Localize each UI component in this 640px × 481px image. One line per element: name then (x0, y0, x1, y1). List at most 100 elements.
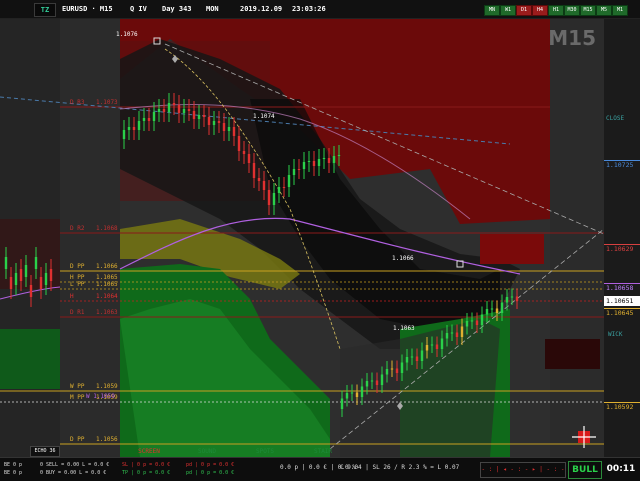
candle-body (212, 121, 216, 125)
candle-body (500, 302, 504, 313)
top-bar: TZ EURUSD · M15 Q IV Day 343 MON 2019.12… (0, 0, 640, 19)
tab-spots[interactable]: SPOTS (240, 447, 290, 456)
chart-canvas (0, 19, 604, 457)
candle-body (395, 368, 399, 373)
timeframe-h1[interactable]: H1 (548, 5, 564, 16)
candle-body (380, 374, 384, 385)
timeframe-h4[interactable]: H4 (532, 5, 548, 16)
close-tag: CLOSE (606, 115, 625, 122)
candle-body (350, 392, 354, 394)
candle-body (157, 109, 161, 112)
candle-body (49, 269, 53, 281)
level-name: H (70, 293, 74, 300)
axis-price-label: 1.10592 (604, 402, 640, 412)
axis-price-label: 1.10725 (604, 160, 640, 170)
candle-body (202, 115, 206, 117)
tab-screen[interactable]: SCREEN (124, 447, 174, 456)
candle-countdown: 00:11 (606, 464, 636, 474)
candle-body (440, 338, 444, 349)
candle-body (425, 345, 429, 351)
candle-body (207, 117, 211, 125)
timeframe-mn[interactable]: MN (484, 5, 500, 16)
nav-stepper[interactable]: - : | ◂ - : - ▸ | - : - (480, 462, 566, 478)
price-chart[interactable]: 1.1076 1.1074 1.1063 1.1066 D R3 1.1073 D … (0, 19, 604, 457)
candle-body (430, 344, 434, 346)
candle-body (385, 369, 389, 375)
candle-body (147, 118, 151, 121)
candle-body (445, 333, 449, 339)
candle-body (480, 314, 484, 325)
axis-price-label: 1.10629 (604, 244, 640, 254)
be-line-1: BE 0 p (4, 462, 23, 468)
candle-body (292, 169, 296, 175)
level-name: D R2 (70, 225, 85, 232)
candle-body (137, 121, 141, 130)
candle-body (515, 296, 519, 301)
day-label: Day 343 (162, 5, 192, 13)
echo-label: ECHO 36 (30, 446, 60, 457)
candle-body (400, 362, 404, 373)
left-green (0, 329, 60, 389)
candle-body (337, 155, 341, 156)
timeframe-m30[interactable]: M30 (564, 5, 580, 16)
candle-body (460, 326, 464, 337)
timezone-button[interactable]: TZ (34, 3, 56, 17)
candle-body (267, 190, 271, 205)
candle-body (29, 285, 33, 297)
candle-body (217, 121, 221, 123)
mid-price-label: 1.1074 (253, 113, 275, 120)
candle-body (287, 175, 291, 187)
level-value: 1.1073 (96, 99, 118, 106)
candle-body (222, 123, 226, 131)
level-name: D PP (70, 436, 85, 443)
timeframe-watermark: M15 (548, 26, 596, 50)
candle-body (182, 109, 186, 113)
candle-body (247, 154, 251, 163)
candle-body (420, 350, 424, 361)
timeframe-m1[interactable]: M1 (612, 5, 628, 16)
candle-body (465, 321, 469, 327)
candle-body (192, 111, 196, 119)
level-value: 1.1056 (96, 436, 118, 443)
candle-body (197, 115, 201, 119)
date-label: 2019.12.09 (240, 5, 283, 13)
swing-price-label: 1.1066 (392, 255, 414, 262)
axis-price-label: 1.10651 (604, 296, 640, 306)
candle-body (307, 161, 311, 162)
timeframe-d1[interactable]: D1 (516, 5, 532, 16)
quarter-label: Q IV (130, 5, 147, 13)
candle-body (172, 103, 176, 105)
candle-body (360, 386, 364, 397)
red-block-right (480, 234, 544, 264)
symbol-label: EURUSD · M15 (62, 5, 113, 13)
tab-sound[interactable]: SOUND (182, 447, 232, 456)
candle-body (297, 169, 301, 170)
timeframe-m5[interactable]: M5 (596, 5, 612, 16)
candle-body (237, 136, 241, 151)
level-value: 1.1065 (96, 281, 118, 288)
price-axis: CLOSE WICK (604, 19, 640, 457)
candle-body (490, 308, 494, 310)
candle-body (340, 398, 344, 409)
timeframe-m15[interactable]: M15 (580, 5, 596, 16)
candle-body (277, 187, 281, 193)
candle-body (455, 332, 459, 337)
candle-body (370, 380, 374, 382)
candle-body (332, 156, 336, 163)
candle-body (450, 332, 454, 334)
candle-body (282, 187, 286, 188)
crosshair-icon[interactable] (572, 426, 596, 448)
candle-body (262, 181, 266, 190)
candle-body (152, 112, 156, 121)
axis-price-label: 1.10658 (604, 283, 640, 293)
candle-body (167, 103, 171, 112)
candle-body (355, 392, 359, 397)
candle-body (162, 109, 166, 112)
weekday-label: MON (206, 5, 219, 13)
timeframe-w1[interactable]: W1 (500, 5, 516, 16)
bottom-bar: BE 0 p BE 0 p 0 SELL = 0.00 L = 0.0 € 0 … (0, 457, 640, 481)
timeframe-selector: MN W1 D1 H4 H1 M30 M15 M5 M1 (482, 0, 632, 18)
candle-body (302, 162, 306, 169)
tab-stair[interactable]: STAIR (298, 447, 348, 456)
candle-body (34, 257, 38, 269)
